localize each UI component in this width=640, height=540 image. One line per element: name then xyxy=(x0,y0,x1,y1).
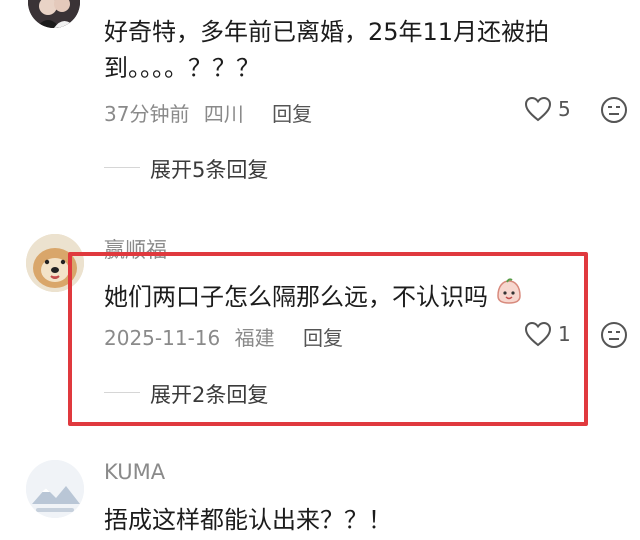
highlight-box xyxy=(68,252,588,426)
dislike-icon[interactable] xyxy=(600,96,628,128)
divider xyxy=(104,167,140,168)
username[interactable]: KUMA xyxy=(104,460,165,484)
comment-time: 37分钟前 xyxy=(104,102,190,126)
like-button[interactable]: 5 xyxy=(524,96,571,122)
comment-text: 捂成这样都能认出来？？！ xyxy=(104,506,392,534)
reply-button[interactable]: 回复 xyxy=(272,102,312,126)
comment-meta: 37分钟前 四川 回复 xyxy=(104,98,312,127)
avatar[interactable] xyxy=(26,460,84,518)
like-count: 5 xyxy=(558,97,571,121)
comment-text: 好奇特，多年前已离婚，25年11月还被拍 xyxy=(104,18,550,46)
expand-replies-button[interactable]: 展开5条回复 xyxy=(150,154,268,184)
comment-text: 到。。。。？？？ xyxy=(104,54,260,82)
comment-location: 四川 xyxy=(203,102,244,126)
dislike-icon[interactable] xyxy=(600,321,628,353)
avatar[interactable] xyxy=(28,0,80,28)
heart-icon xyxy=(524,96,552,122)
